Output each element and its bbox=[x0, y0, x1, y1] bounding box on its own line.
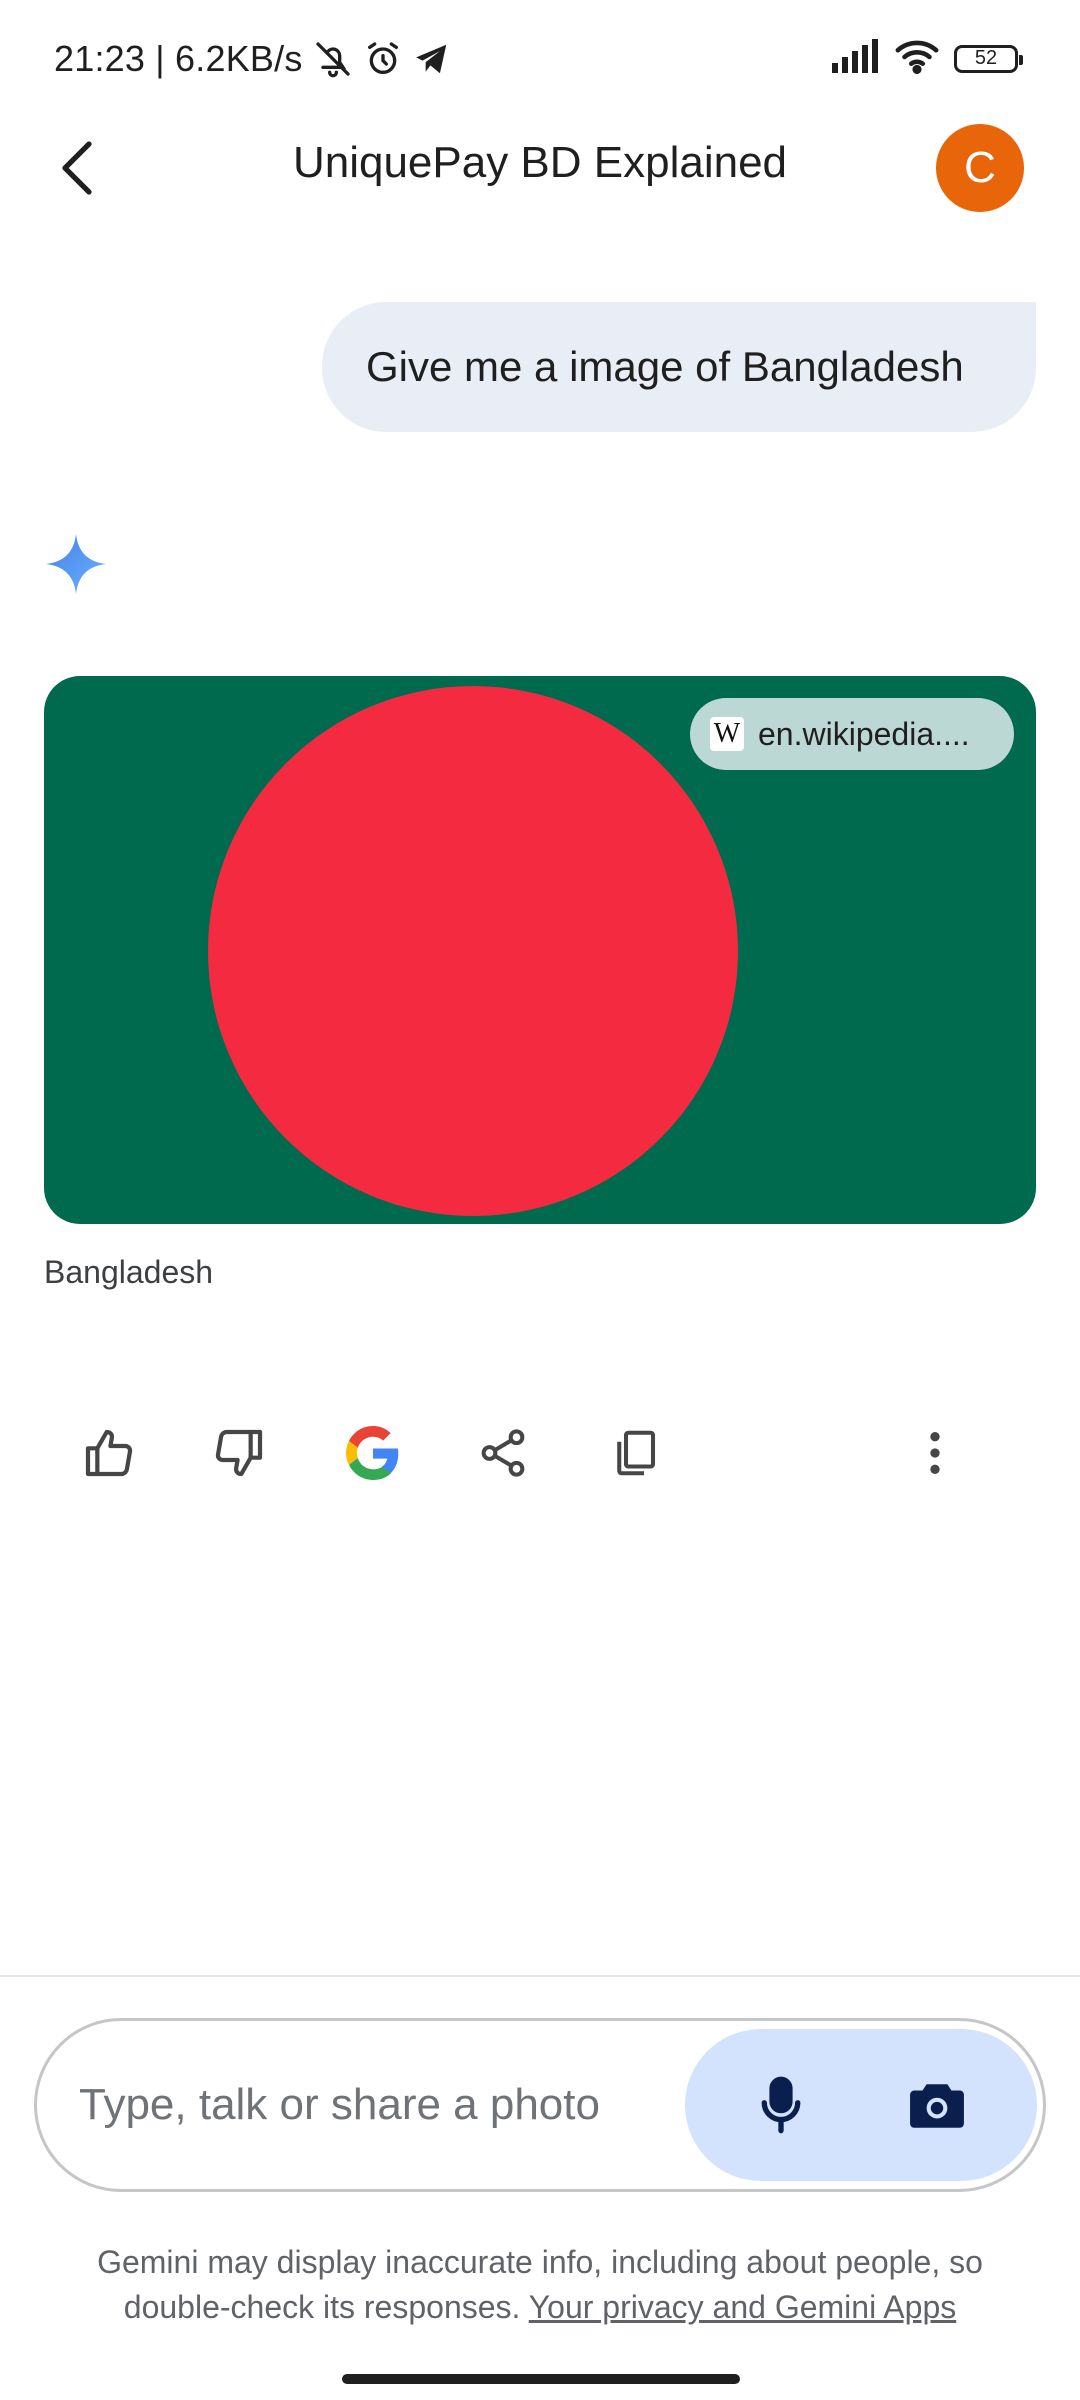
back-arrow-icon bbox=[62, 141, 92, 195]
composer-divider bbox=[0, 1975, 1080, 1977]
disclaimer-text: Gemini may display inaccurate info, incl… bbox=[40, 2240, 1040, 2330]
input-actions-group bbox=[685, 2029, 1037, 2181]
status-bar-left: 21:23 | 6.2KB/s bbox=[54, 38, 451, 80]
status-bar-right: 52 bbox=[832, 38, 1023, 79]
flag-red-disc bbox=[208, 686, 738, 1216]
bangladesh-flag-image[interactable]: W en.wikipedia.... bbox=[44, 676, 1036, 1224]
thumbs-up-icon bbox=[85, 1429, 133, 1477]
copy-icon bbox=[617, 1430, 656, 1476]
microphone-button[interactable] bbox=[741, 2065, 821, 2145]
microphone-icon bbox=[761, 2076, 801, 2134]
prompt-input-box[interactable]: Type, talk or share a photo bbox=[34, 2018, 1046, 2192]
google-icon bbox=[346, 1426, 399, 1480]
image-caption: Bangladesh bbox=[44, 1254, 214, 1290]
thumbs-down-button[interactable] bbox=[204, 1418, 274, 1488]
signal-icon bbox=[832, 39, 880, 78]
back-button[interactable] bbox=[44, 128, 114, 208]
prompt-input-placeholder[interactable]: Type, talk or share a photo bbox=[79, 2021, 600, 2189]
more-options-button[interactable] bbox=[900, 1418, 970, 1488]
wikipedia-icon: W bbox=[710, 717, 744, 751]
home-indicator[interactable] bbox=[342, 2374, 740, 2384]
google-search-button[interactable] bbox=[338, 1418, 408, 1488]
avatar-letter: C bbox=[964, 143, 996, 192]
camera-button[interactable] bbox=[897, 2065, 977, 2145]
share-icon bbox=[481, 1429, 525, 1477]
share-button[interactable] bbox=[468, 1418, 538, 1488]
source-label: en.wikipedia.... bbox=[758, 715, 970, 752]
avatar[interactable]: C bbox=[936, 124, 1024, 212]
user-message-bubble: Give me a image of Bangladesh bbox=[322, 302, 1036, 432]
more-icon bbox=[930, 1432, 940, 1474]
wifi-icon bbox=[894, 38, 940, 79]
alarm-icon bbox=[363, 39, 403, 79]
page-title: UniquePay BD Explained bbox=[292, 138, 788, 187]
gemini-spark-icon bbox=[44, 532, 108, 596]
privacy-link[interactable]: Your privacy and Gemini Apps bbox=[529, 2289, 957, 2325]
battery-icon: 52 bbox=[954, 44, 1023, 73]
copy-button[interactable] bbox=[600, 1418, 670, 1488]
thumbs-up-button[interactable] bbox=[74, 1418, 144, 1488]
thumbs-down-icon bbox=[215, 1429, 263, 1477]
user-message-text: Give me a image of Bangladesh bbox=[366, 343, 964, 390]
battery-level: 52 bbox=[974, 47, 998, 69]
telegram-icon bbox=[413, 40, 451, 78]
camera-icon bbox=[910, 2084, 964, 2128]
source-chip[interactable]: W en.wikipedia.... bbox=[690, 698, 1014, 770]
status-time-speed: 21:23 | 6.2KB/s bbox=[54, 38, 303, 79]
silent-icon bbox=[313, 39, 353, 79]
